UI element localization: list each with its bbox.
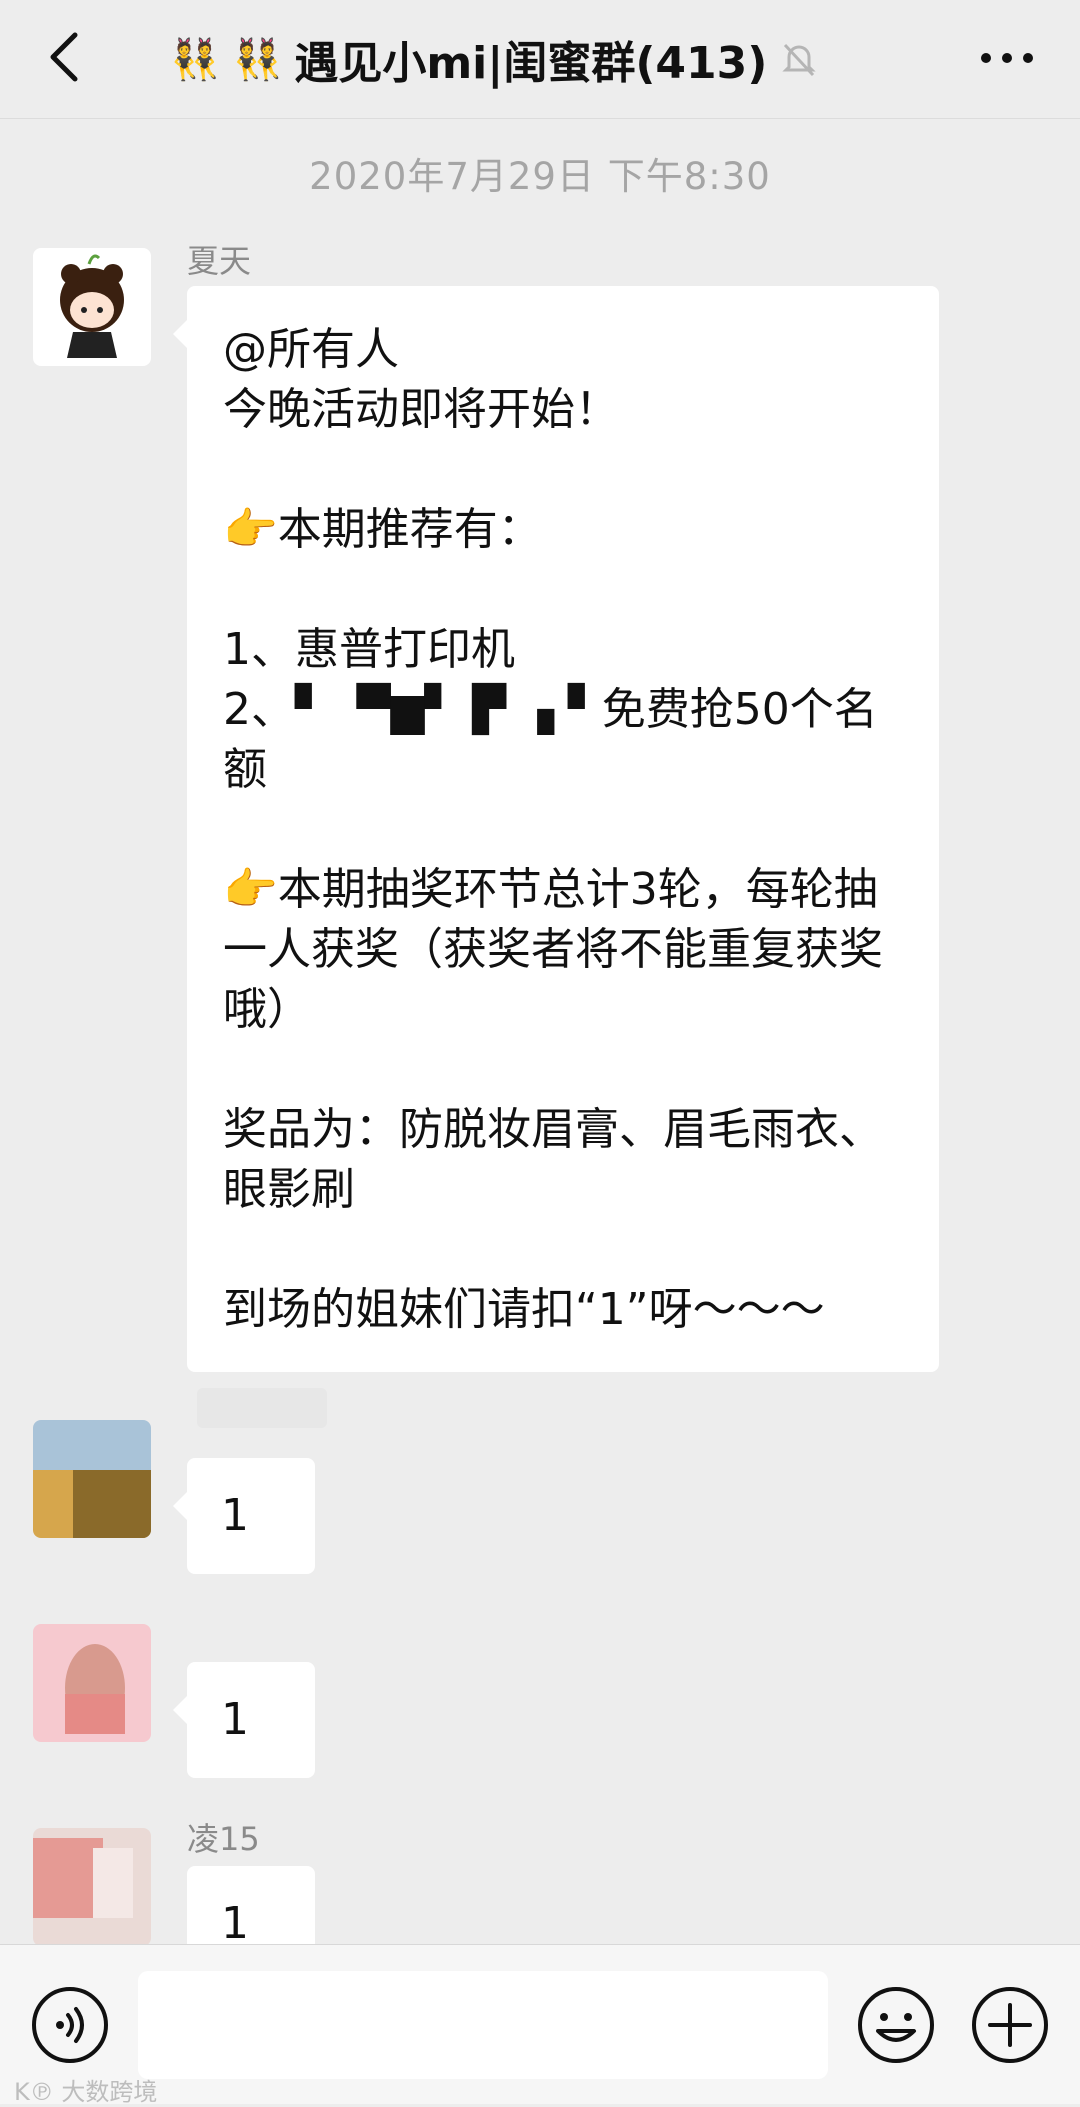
- avatar[interactable]: [33, 1624, 151, 1742]
- sender-name-blurred: [197, 1388, 327, 1428]
- more-actions-button[interactable]: [970, 1985, 1050, 2065]
- message-text: 1: [221, 1694, 249, 1745]
- voice-button[interactable]: [30, 1985, 110, 2065]
- chat-title: 遇见小mi|闺蜜群(413): [294, 38, 768, 89]
- chat-header: 👯 👯 遇见小mi|闺蜜群(413): [0, 0, 1080, 119]
- emoji-button[interactable]: [856, 1985, 936, 2065]
- group-emoji: 👯 👯: [170, 36, 283, 83]
- message-bubble[interactable]: 1: [173, 1662, 315, 1778]
- message-text: 1: [221, 1898, 249, 1944]
- avatar[interactable]: [33, 248, 151, 366]
- input-bar: [0, 1944, 1080, 2104]
- message-text: @所有人 今晚活动即将开始！ 👉本期推荐有： 1、惠普打印机 2、▘ ▀▆▘ ▛…: [223, 324, 883, 1335]
- voice-icon: [32, 1987, 108, 2063]
- avatar[interactable]: [33, 1828, 151, 1946]
- avatar[interactable]: [33, 1420, 151, 1538]
- message-bubble[interactable]: 1: [173, 1458, 315, 1574]
- bell-off-icon: [782, 43, 817, 77]
- message-bubble[interactable]: @所有人 今晚活动即将开始！ 👉本期推荐有： 1、惠普打印机 2、▘ ▀▆▘ ▛…: [173, 286, 939, 1372]
- more-options-button[interactable]: [972, 28, 1042, 88]
- back-button[interactable]: [28, 22, 98, 92]
- smiley-icon: [858, 1987, 934, 2063]
- watermark-text: K℗ 大数跨境: [14, 2078, 158, 2106]
- message-bubble[interactable]: 1: [187, 1866, 315, 1944]
- sender-name: 凌15: [187, 1820, 260, 1858]
- ellipsis-icon: [981, 53, 1033, 63]
- sender-name: 夏天: [187, 242, 252, 280]
- plus-icon: [972, 1987, 1048, 2063]
- message-text: 1: [221, 1490, 249, 1541]
- message-timestamp: 2020年7月29日 下午8:30: [309, 155, 771, 198]
- message-input[interactable]: [138, 1971, 828, 2079]
- chevron-left-icon: [50, 32, 78, 82]
- chat-title-area[interactable]: 👯 👯 遇见小mi|闺蜜群(413): [170, 24, 910, 94]
